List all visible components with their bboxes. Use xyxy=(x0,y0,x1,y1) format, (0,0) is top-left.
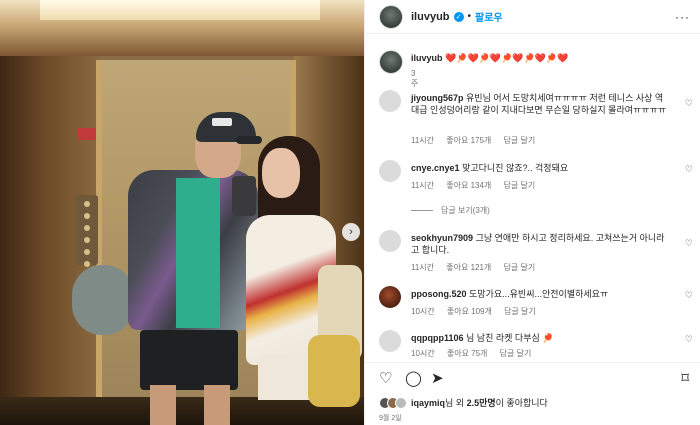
bookmark-icon[interactable]: ⌑ xyxy=(681,369,689,387)
avatar[interactable] xyxy=(379,286,401,308)
caption-username[interactable]: iluvyub xyxy=(411,53,443,63)
avatar[interactable] xyxy=(379,4,403,29)
post-header: iluvyub ✓ • 팔로우 ··· xyxy=(365,0,700,34)
woman-face xyxy=(262,148,300,198)
likes-summary[interactable]: iqaymiq님 외 2.5만명이 좋아합니다 xyxy=(379,396,548,409)
header-username[interactable]: iluvyub xyxy=(411,11,450,23)
likes-suffix: 이 좋아합니다 xyxy=(495,398,548,408)
comment-meta: 11시간 좋아요 121개 답글 달기 xyxy=(411,262,545,273)
comment-username[interactable]: jiyoung567p xyxy=(411,93,464,103)
comment-time: 11시간 xyxy=(411,136,435,145)
comment-meta: 11시간 좋아요 134개 답글 달기 xyxy=(411,180,545,191)
man-tshirt xyxy=(176,178,220,328)
send-icon[interactable]: ➤ xyxy=(431,369,444,387)
comment-time: 11시간 xyxy=(411,181,435,190)
comment-text: qqpqpp1106 님 남친 라켓 다부심 🏓 xyxy=(411,332,669,344)
comment-body: 님 남친 라켓 다부심 🏓 xyxy=(466,333,554,343)
comment-time: 10시간 xyxy=(411,349,435,358)
heart-outline-icon[interactable]: ♡ xyxy=(685,98,693,109)
post-photo[interactable]: › xyxy=(0,0,364,425)
comment-likes[interactable]: 좋아요 75개 xyxy=(447,349,488,358)
reply-button[interactable]: 답글 달기 xyxy=(504,307,536,316)
view-replies-button[interactable]: 답글 보기(3개) xyxy=(411,205,490,216)
avatar[interactable] xyxy=(379,160,401,182)
comment-username[interactable]: qqpqpp1106 xyxy=(411,333,464,343)
man-shorts xyxy=(140,330,238,390)
comment-text: cnye.cnye1 맞고다니진 않죠?.. 걱정돼요 xyxy=(411,162,669,174)
avatar[interactable] xyxy=(379,330,401,352)
comment-time: 10시간 xyxy=(411,307,435,316)
comment-text: seokhyun7909 그냥 연애만 하시고 정리하세요. 고쳐쓰는거 아니라… xyxy=(411,232,669,256)
comment-likes[interactable]: 좋아요 134개 xyxy=(446,181,491,190)
comment-username[interactable]: cnye.cnye1 xyxy=(411,163,460,173)
separator-dot: • xyxy=(467,11,472,22)
likes-count[interactable]: 2.5만명 xyxy=(467,398,496,408)
comments-list: iluvyub ❤️🏓❤️🏓❤️🏓❤️🏓❤️🏓❤️ 3주 jiyoung567p… xyxy=(365,40,700,360)
tennis-bag xyxy=(72,265,134,335)
comment-body: 도망가요...유빈씨...안전이별하세요ㅠ xyxy=(469,289,609,299)
smartphone xyxy=(232,176,256,216)
comment-likes[interactable]: 좋아요 121개 xyxy=(446,263,491,272)
comment-icon[interactable]: ◯ xyxy=(405,369,422,387)
avatar[interactable] xyxy=(379,230,401,252)
comment-text: jiyoung567p 유빈님 어서 도망치세여ㅠㅠㅠㅠ 저런 테니스 사상 역… xyxy=(411,92,669,116)
verified-badge-icon: ✓ xyxy=(453,11,464,22)
reply-button[interactable]: 답글 달기 xyxy=(504,136,536,145)
elevator-buttons xyxy=(76,195,98,279)
view-replies-label[interactable]: 답글 보기(3개) xyxy=(441,205,490,216)
avatar[interactable] xyxy=(379,50,403,74)
follow-button[interactable]: 팔로우 xyxy=(475,9,503,24)
chevron-right-icon[interactable]: › xyxy=(342,223,360,241)
reply-button[interactable]: 답글 달기 xyxy=(504,263,536,272)
caption-emojis: ❤️🏓❤️🏓❤️🏓❤️🏓❤️🏓❤️ xyxy=(445,53,569,63)
elevator-ceiling xyxy=(0,0,364,56)
cap-logo xyxy=(212,118,232,126)
heart-outline-icon[interactable]: ♡ xyxy=(685,290,693,301)
avatar[interactable] xyxy=(379,90,401,112)
comment-meta: 11시간 좋아요 175개 답글 달기 xyxy=(411,135,545,146)
divider xyxy=(411,210,433,211)
heart-outline-icon[interactable]: ♡ xyxy=(685,164,693,175)
heart-outline-icon[interactable]: ♡ xyxy=(379,369,392,387)
yellow-bag xyxy=(308,335,360,407)
caption-text: iluvyub ❤️🏓❤️🏓❤️🏓❤️🏓❤️🏓❤️ xyxy=(411,53,700,64)
likes-text: iqaymiq님 외 2.5만명이 좋아합니다 xyxy=(411,396,548,409)
likes-user[interactable]: iqaymiq xyxy=(411,398,445,408)
comment-meta: 10시간 좋아요 75개 답글 달기 xyxy=(411,348,541,359)
likes-middle: 님 외 xyxy=(445,398,467,408)
comment-time: 11시간 xyxy=(411,263,435,272)
comment-body: 맞고다니진 않죠?.. 걱정돼요 xyxy=(462,163,569,173)
reply-button[interactable]: 답글 달기 xyxy=(500,349,532,358)
comment-likes[interactable]: 좋아요 109개 xyxy=(447,307,492,316)
caption-time: 3주 xyxy=(411,69,419,88)
ceiling-light xyxy=(40,0,320,20)
post-sidebar: iluvyub ✓ • 팔로우 ··· iluvyub ❤️🏓❤️🏓❤️🏓❤️🏓… xyxy=(364,0,700,425)
comment-text: pposong.520 도망가요...유빈씨...안전이별하세요ㅠ xyxy=(411,288,669,300)
man-leg xyxy=(150,385,176,425)
action-bar: ♡ ◯ ➤ ⌑ xyxy=(365,362,700,392)
comment-username[interactable]: seokhyun7909 xyxy=(411,233,473,243)
comment-meta: 10시간 좋아요 109개 답글 달기 xyxy=(411,306,546,317)
more-horizontal-icon[interactable]: ··· xyxy=(675,10,690,24)
post-date: 9월 2일 xyxy=(379,415,402,422)
man-leg xyxy=(204,385,230,425)
comment-likes[interactable]: 좋아요 175개 xyxy=(446,136,491,145)
avatar xyxy=(395,396,407,409)
heart-outline-icon[interactable]: ♡ xyxy=(685,334,693,345)
heart-outline-icon[interactable]: ♡ xyxy=(685,238,693,249)
reply-button[interactable]: 답글 달기 xyxy=(504,181,536,190)
exit-sign xyxy=(78,128,96,140)
cap-bill xyxy=(236,136,262,144)
comment-username[interactable]: pposong.520 xyxy=(411,289,467,299)
